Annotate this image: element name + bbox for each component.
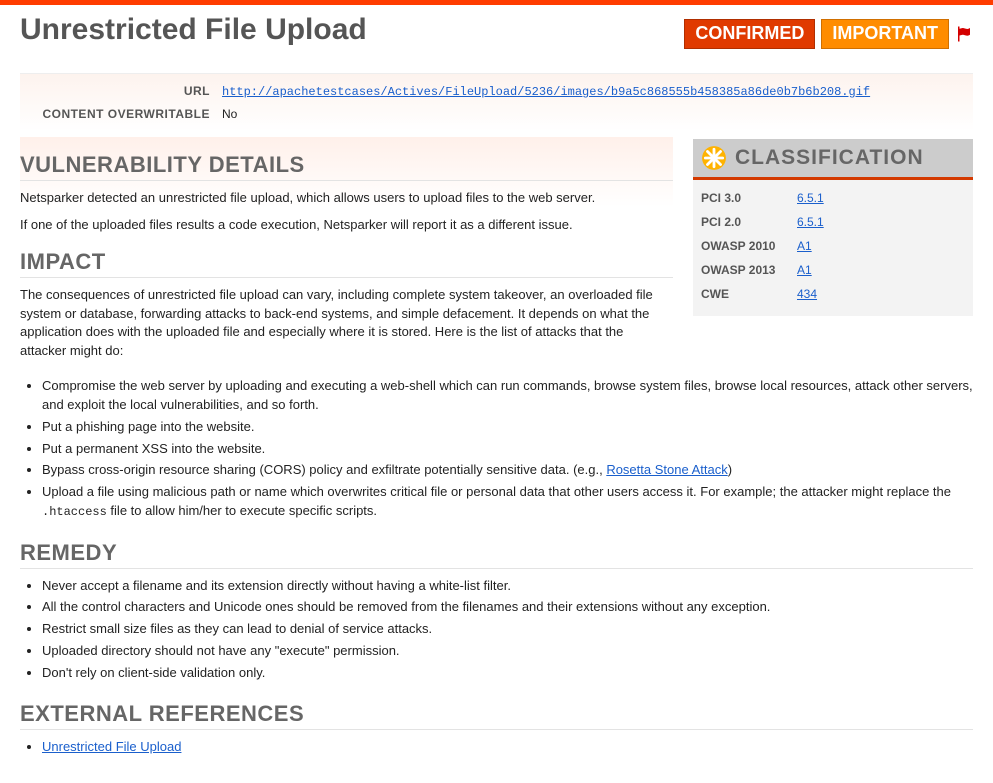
refs-heading: EXTERNAL REFERENCES xyxy=(20,701,973,730)
impact-heading: IMPACT xyxy=(20,249,673,278)
meta-overwrite-value: No xyxy=(222,107,973,121)
list-item: Put a phishing page into the website. xyxy=(42,418,973,437)
meta-url-label: URL xyxy=(20,84,210,99)
remedy-heading: REMEDY xyxy=(20,540,973,569)
confirmed-badge: CONFIRMED xyxy=(684,19,815,49)
classification-row: PCI 3.0 6.5.1 xyxy=(697,186,969,210)
meta-url-link[interactable]: http://apachetestcases/Actives/FileUploa… xyxy=(222,85,870,99)
classification-key: OWASP 2010 xyxy=(701,239,791,253)
vuln-para: Netsparker detected an unrestricted file… xyxy=(20,189,673,208)
severity-badge: IMPORTANT xyxy=(821,19,949,49)
classification-key: OWASP 2013 xyxy=(701,263,791,277)
classification-link[interactable]: A1 xyxy=(797,239,812,253)
classification-link[interactable]: 6.5.1 xyxy=(797,191,824,205)
list-item: Don't rely on client-side validation onl… xyxy=(42,664,973,683)
meta-overwrite-label: CONTENT OVERWRITABLE xyxy=(20,107,210,121)
impact-intro: The consequences of unrestricted file up… xyxy=(20,286,673,361)
classification-key: PCI 2.0 xyxy=(701,215,791,229)
list-item: Unrestricted File Upload xyxy=(42,738,973,757)
asterisk-icon xyxy=(701,145,727,171)
list-item: Never accept a filename and its extensio… xyxy=(42,577,973,596)
meta-table: URL http://apachetestcases/Actives/FileU… xyxy=(20,73,973,131)
classification-row: OWASP 2013 A1 xyxy=(697,258,969,282)
classification-key: PCI 3.0 xyxy=(701,191,791,205)
list-item: Uploaded directory should not have any "… xyxy=(42,642,973,661)
remedy-list: Never accept a filename and its extensio… xyxy=(42,577,973,683)
vuln-heading: VULNERABILITY DETAILS xyxy=(20,152,673,181)
classification-link[interactable]: 6.5.1 xyxy=(797,215,824,229)
classification-link[interactable]: 434 xyxy=(797,287,817,301)
list-item: Compromise the web server by uploading a… xyxy=(42,377,973,415)
classification-link[interactable]: A1 xyxy=(797,263,812,277)
list-item: Restrict small size files as they can le… xyxy=(42,620,973,639)
list-item: Upload a file using malicious path or na… xyxy=(42,483,973,521)
classification-box: CLASSIFICATION PCI 3.0 6.5.1 PCI 2.0 6.5.1 O… xyxy=(693,139,973,316)
code-text: .htaccess xyxy=(42,505,107,519)
reference-link[interactable]: Unrestricted File Upload xyxy=(42,739,181,754)
vuln-para: If one of the uploaded files results a c… xyxy=(20,216,673,235)
classification-row: CWE 434 xyxy=(697,282,969,306)
refs-list: Unrestricted File Upload xyxy=(42,738,973,757)
classification-row: PCI 2.0 6.5.1 xyxy=(697,210,969,234)
list-item: Bypass cross-origin resource sharing (CO… xyxy=(42,461,973,480)
flag-icon xyxy=(955,25,973,43)
list-item: All the control characters and Unicode o… xyxy=(42,598,973,617)
rosetta-link[interactable]: Rosetta Stone Attack xyxy=(606,462,727,477)
classification-row: OWASP 2010 A1 xyxy=(697,234,969,258)
list-item: Put a permanent XSS into the website. xyxy=(42,440,973,459)
classification-heading: CLASSIFICATION xyxy=(735,146,924,170)
classification-key: CWE xyxy=(701,287,791,301)
impact-list: Compromise the web server by uploading a… xyxy=(42,377,973,521)
